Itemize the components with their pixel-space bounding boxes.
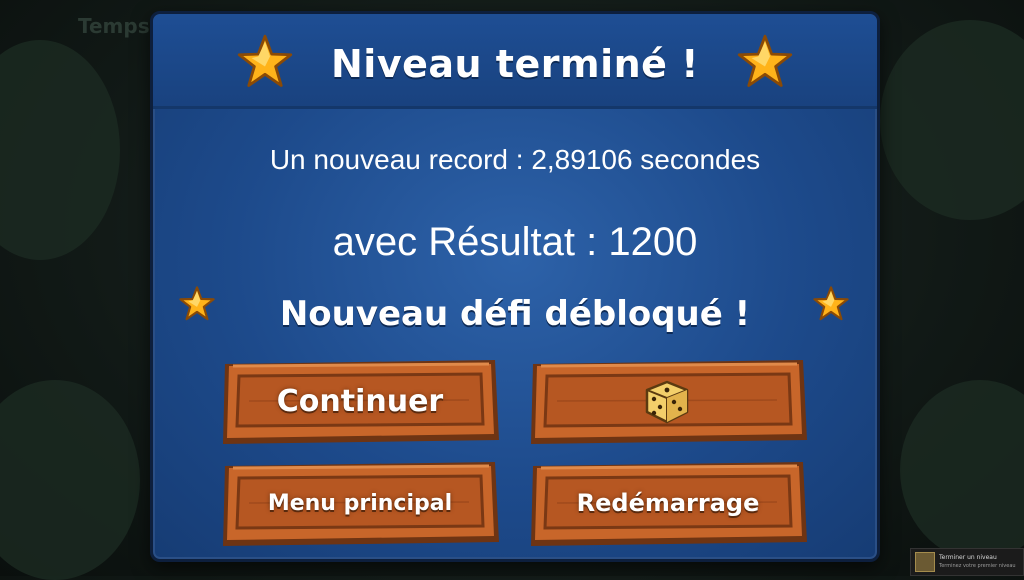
main-menu-label: Menu principal: [267, 490, 453, 516]
challenge-unlocked-text: Nouveau défi débloqué !: [279, 294, 751, 334]
achievement-subtitle: Terminez votre premier niveau: [939, 563, 1016, 569]
dice-icon: [645, 380, 689, 424]
dialog-title: Niveau terminé !: [331, 42, 699, 86]
achievement-title: Terminer un niveau: [939, 554, 997, 561]
level-complete-dialog: Niveau terminé ! Un nouveau record : 2,8…: [150, 11, 880, 562]
restart-button[interactable]: Redémarrage: [527, 458, 809, 548]
random-level-button[interactable]: [527, 356, 809, 446]
restart-label: Redémarrage: [576, 489, 760, 517]
background-timer-label: Temps: [78, 14, 150, 38]
trophy-icon: [915, 552, 935, 572]
achievement-notification: Terminer un niveau Terminez votre premie…: [910, 548, 1024, 576]
record-text: Un nouveau record : 2,89106 secondes: [269, 144, 761, 175]
continue-label: Continuer: [276, 383, 444, 419]
result-text: avec Résultat : 1200: [332, 220, 698, 264]
continue-button[interactable]: Continuer: [219, 356, 501, 446]
main-menu-button[interactable]: Menu principal: [219, 458, 501, 548]
